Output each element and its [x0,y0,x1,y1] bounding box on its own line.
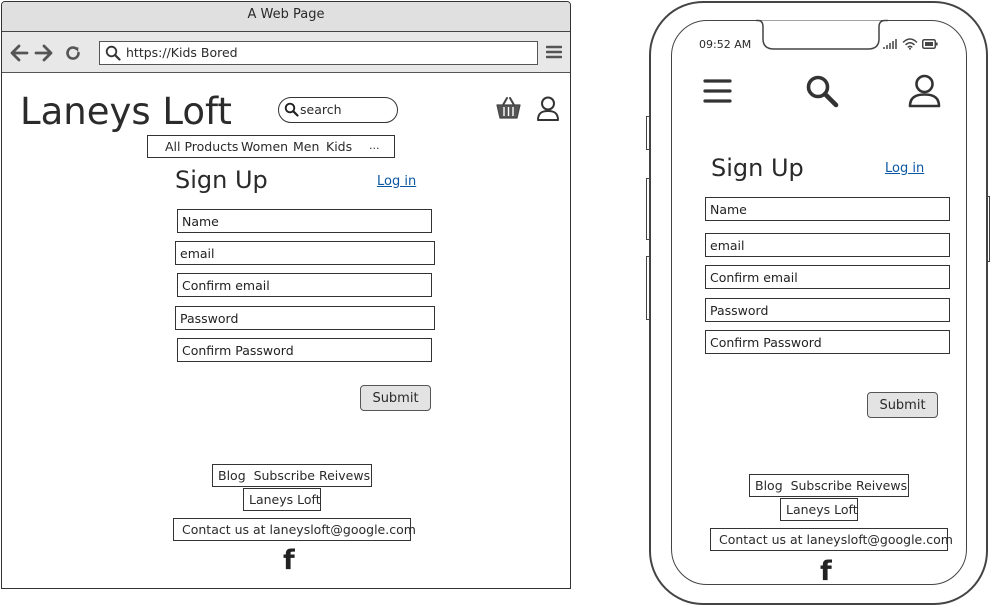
email-field[interactable]: email [175,241,435,265]
footer-brand: Laneys Loft [780,498,858,521]
login-link[interactable]: Log in [885,161,924,176]
nav-men[interactable]: Men [293,139,319,154]
footer-links: Blog Subscribe Reivews [749,474,909,497]
confirm-password-field[interactable]: Confirm Password [705,330,950,354]
signup-heading: Sign Up [711,154,804,182]
search-placeholder: search [300,102,342,117]
site-title: Laneys Loft [20,90,232,133]
email-field[interactable]: email [705,233,950,257]
window-title: A Web Page [247,7,325,22]
search-icon[interactable] [805,74,839,108]
nav-kids[interactable]: Kids [326,139,352,154]
facebook-icon[interactable]: f [812,556,846,584]
site-search-box[interactable]: search [278,97,398,123]
footer-brand: Laneys Loft [243,488,321,511]
battery-icon [922,39,938,49]
password-field[interactable]: Password [705,298,950,322]
url-text: https://Kids Bored [126,45,238,60]
basket-icon[interactable] [496,96,521,120]
browser-titlebar: A Web Page [2,2,570,32]
wifi-icon [902,37,918,50]
footer-brand-text: Laneys Loft [786,502,858,517]
back-arrow-icon[interactable] [9,44,29,62]
hamburger-menu-icon[interactable] [703,78,732,104]
user-icon[interactable] [907,74,942,108]
confirm-email-field[interactable]: Confirm email [705,265,950,289]
nav-women[interactable]: Women [241,139,288,154]
submit-button[interactable]: Submit [867,392,938,418]
facebook-icon[interactable]: f [283,545,295,576]
phone-notch [756,19,888,53]
footer-contact-text[interactable]: Contact us at laneysloft@google.com [719,532,953,547]
password-field[interactable]: Password [175,306,435,330]
browser-menu-icon[interactable] [546,44,562,60]
footer-brand-text: Laneys Loft [249,492,321,507]
name-field[interactable]: Name [705,197,950,221]
search-icon [105,45,121,61]
nav-all-products[interactable]: All Products [165,139,238,154]
search-icon [284,102,299,117]
footer-links: Blog Subscribe Reivews [212,464,372,487]
confirm-email-field[interactable]: Confirm email [177,273,432,297]
footer-contact-text[interactable]: Contact us at laneysloft@google.com [182,522,416,537]
main-nav: All Products Women Men Kids ... [147,135,395,158]
user-icon[interactable] [536,96,560,122]
nav-more[interactable]: ... [369,139,380,152]
status-time: 09:52 AM [699,38,752,51]
footer-links-text[interactable]: Blog Subscribe Reivews [218,468,370,483]
footer-contact: Contact us at laneysloft@google.com [710,528,953,551]
footer-links-text[interactable]: Blog Subscribe Reivews [755,478,907,493]
footer-contact: Contact us at laneysloft@google.com [173,518,416,541]
signup-heading: Sign Up [175,166,268,194]
confirm-password-field[interactable]: Confirm Password [177,338,432,362]
signal-icon [883,38,898,50]
login-link[interactable]: Log in [377,174,416,189]
forward-arrow-icon[interactable] [34,44,54,62]
name-field[interactable]: Name [177,209,432,233]
submit-button[interactable]: Submit [360,385,431,411]
facebook-glyph: f [820,556,832,584]
reload-icon[interactable] [64,44,82,62]
address-bar[interactable]: https://Kids Bored [99,41,538,65]
